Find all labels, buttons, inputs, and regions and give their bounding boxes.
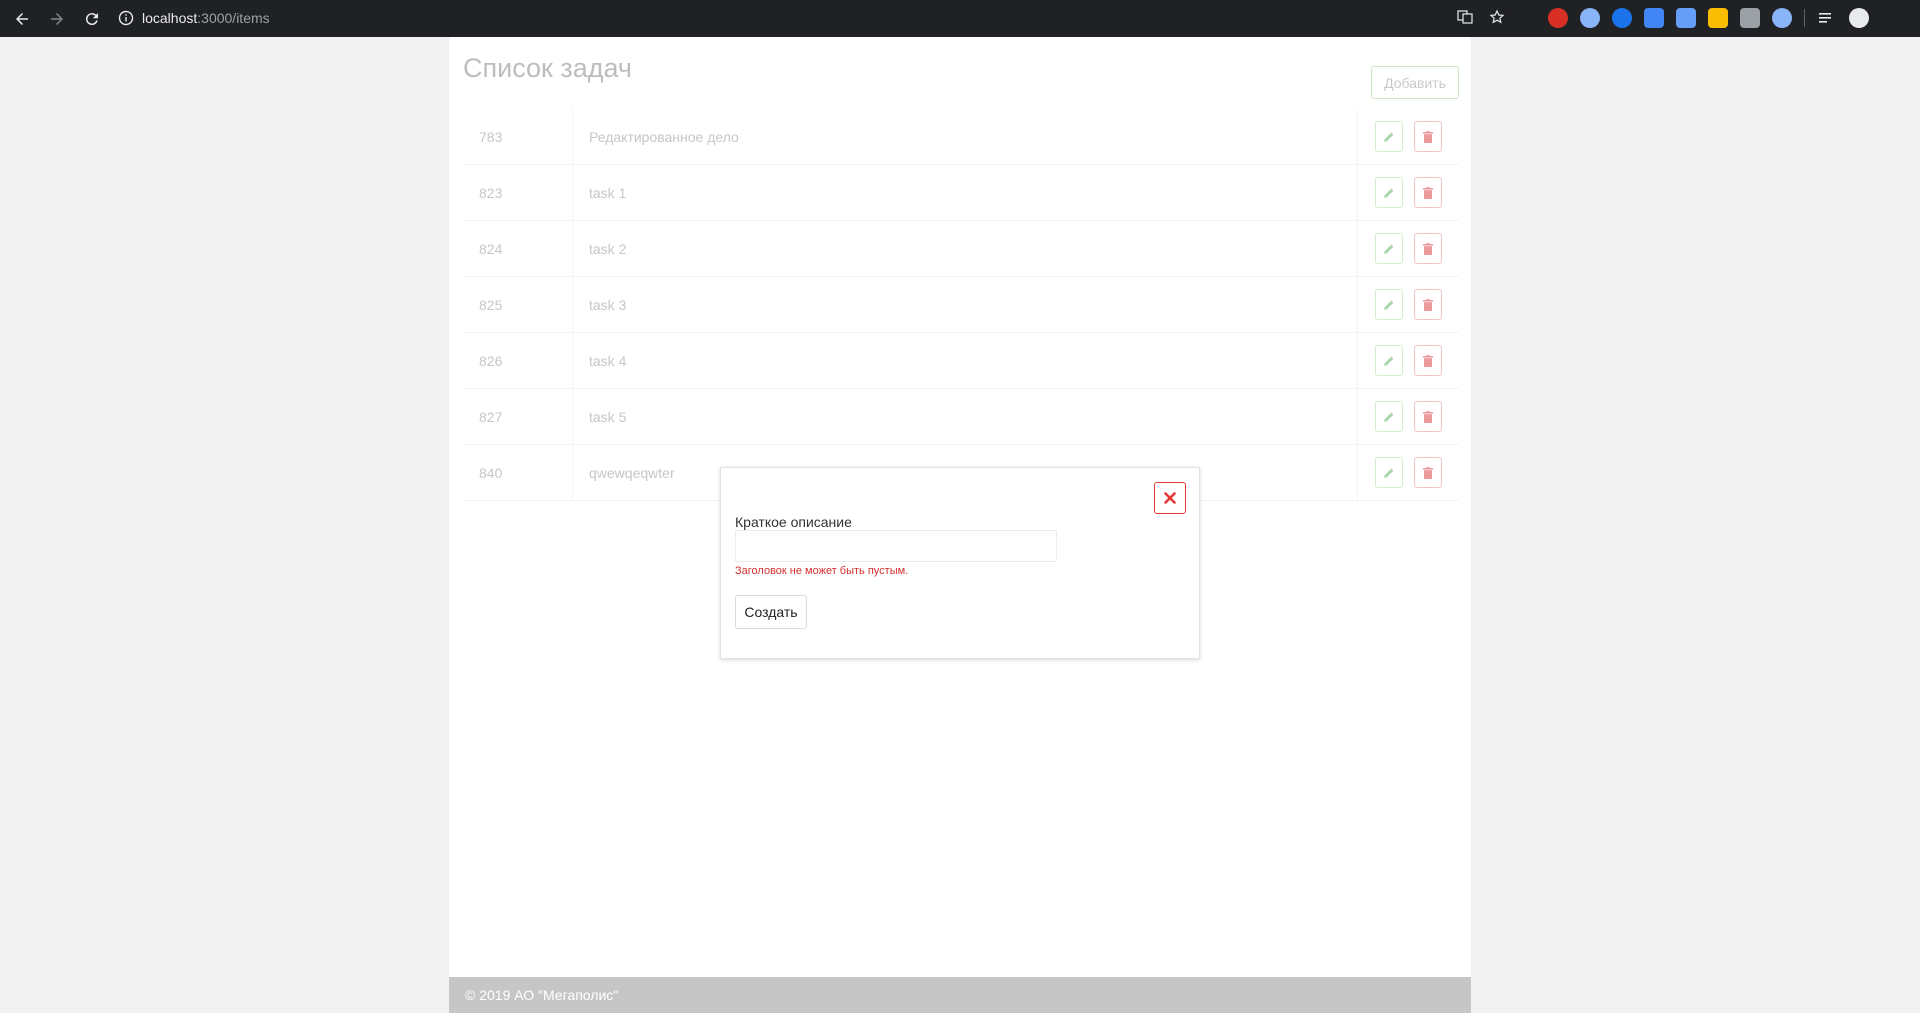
task-id: 840 <box>463 445 573 501</box>
extension-icon[interactable] <box>1644 8 1664 28</box>
page-background: Список задач Добавить 783 Редактированное… <box>0 37 1920 1013</box>
url-text[interactable]: localhost:3000/items <box>142 10 270 26</box>
delete-button[interactable] <box>1414 289 1442 320</box>
task-name: task 4 <box>589 353 627 369</box>
edit-button[interactable] <box>1375 233 1403 264</box>
pencil-icon <box>1384 244 1394 254</box>
table-row: 826 task 4 <box>463 333 1459 389</box>
close-icon <box>1164 492 1176 504</box>
pencil-icon <box>1384 412 1394 422</box>
footer: © 2019 АО "Мегаполис" <box>449 977 1471 1013</box>
task-actions <box>1357 445 1459 501</box>
extension-icon[interactable] <box>1612 8 1632 28</box>
task-name: task 5 <box>589 409 627 425</box>
table-row: 825 task 3 <box>463 277 1459 333</box>
extension-icon[interactable] <box>1676 8 1696 28</box>
table-row: 823 task 1 <box>463 165 1459 221</box>
task-actions <box>1357 165 1459 221</box>
reload-icon[interactable] <box>79 6 105 32</box>
info-icon[interactable] <box>118 10 134 26</box>
table-row: 827 task 5 <box>463 389 1459 445</box>
edit-button[interactable] <box>1375 177 1403 208</box>
delete-button[interactable] <box>1414 177 1442 208</box>
delete-button[interactable] <box>1414 121 1442 152</box>
pencil-icon <box>1384 188 1394 198</box>
pencil-icon <box>1384 300 1394 310</box>
task-name: task 1 <box>589 185 627 201</box>
extension-icon[interactable] <box>1772 8 1792 28</box>
page-header: Список задач Добавить <box>463 51 1459 101</box>
close-modal-button[interactable] <box>1154 482 1186 514</box>
add-task-button[interactable]: Добавить <box>1371 66 1459 99</box>
edit-button[interactable] <box>1375 121 1403 152</box>
url-path: :3000/items <box>197 10 270 26</box>
description-label: Краткое описание <box>735 514 852 530</box>
extension-icon[interactable] <box>1708 8 1728 28</box>
extension-icon[interactable] <box>1580 8 1600 28</box>
pencil-icon <box>1384 132 1394 142</box>
adblock-extension-icon[interactable] <box>1548 8 1568 28</box>
extensions-bar <box>1548 8 1869 28</box>
bookmark-star-icon[interactable] <box>1488 8 1506 26</box>
trash-icon <box>1423 186 1433 199</box>
task-actions <box>1357 221 1459 277</box>
trash-icon <box>1423 466 1433 479</box>
delete-button[interactable] <box>1414 401 1442 432</box>
task-name: task 2 <box>589 241 627 257</box>
reading-list-icon[interactable] <box>1817 8 1837 28</box>
task-id: 783 <box>463 109 573 165</box>
task-name: Редактированное дело <box>589 129 739 145</box>
edit-button[interactable] <box>1375 289 1403 320</box>
create-task-modal: Краткое описание Заголовок не может быть… <box>720 467 1200 659</box>
toolbar-separator <box>1804 9 1805 27</box>
back-icon[interactable] <box>9 6 35 32</box>
trash-icon <box>1423 130 1433 143</box>
delete-button[interactable] <box>1414 457 1442 488</box>
task-id: 824 <box>463 221 573 277</box>
task-name: task 3 <box>589 297 627 313</box>
url-host: localhost <box>142 10 198 26</box>
task-actions <box>1357 277 1459 333</box>
browser-toolbar: localhost:3000/items <box>0 0 1920 37</box>
task-actions <box>1357 109 1459 165</box>
edit-button[interactable] <box>1375 457 1403 488</box>
edit-button[interactable] <box>1375 401 1403 432</box>
task-table: 783 Редактированное дело 823 task 1 824 task … <box>463 109 1459 501</box>
delete-button[interactable] <box>1414 345 1442 376</box>
pencil-icon <box>1384 468 1394 478</box>
address-bar[interactable]: localhost:3000/items <box>110 4 1512 32</box>
task-id: 827 <box>463 389 573 445</box>
trash-icon <box>1423 410 1433 423</box>
create-button[interactable]: Создать <box>735 595 807 629</box>
forward-icon[interactable] <box>44 6 70 32</box>
description-input[interactable] <box>735 530 1057 562</box>
translate-icon[interactable] <box>1456 8 1474 26</box>
validation-error: Заголовок не может быть пустым. <box>735 565 909 577</box>
table-row: 783 Редактированное дело <box>463 109 1459 165</box>
extension-icon[interactable] <box>1740 8 1760 28</box>
profile-avatar[interactable] <box>1849 8 1869 28</box>
task-id: 826 <box>463 333 573 389</box>
table-row: 824 task 2 <box>463 221 1459 277</box>
task-id: 823 <box>463 165 573 221</box>
pencil-icon <box>1384 356 1394 366</box>
task-actions <box>1357 333 1459 389</box>
edit-button[interactable] <box>1375 345 1403 376</box>
trash-icon <box>1423 298 1433 311</box>
trash-icon <box>1423 242 1433 255</box>
task-actions <box>1357 389 1459 445</box>
page-title: Список задач <box>463 53 632 83</box>
task-id: 825 <box>463 277 573 333</box>
delete-button[interactable] <box>1414 233 1442 264</box>
trash-icon <box>1423 354 1433 367</box>
